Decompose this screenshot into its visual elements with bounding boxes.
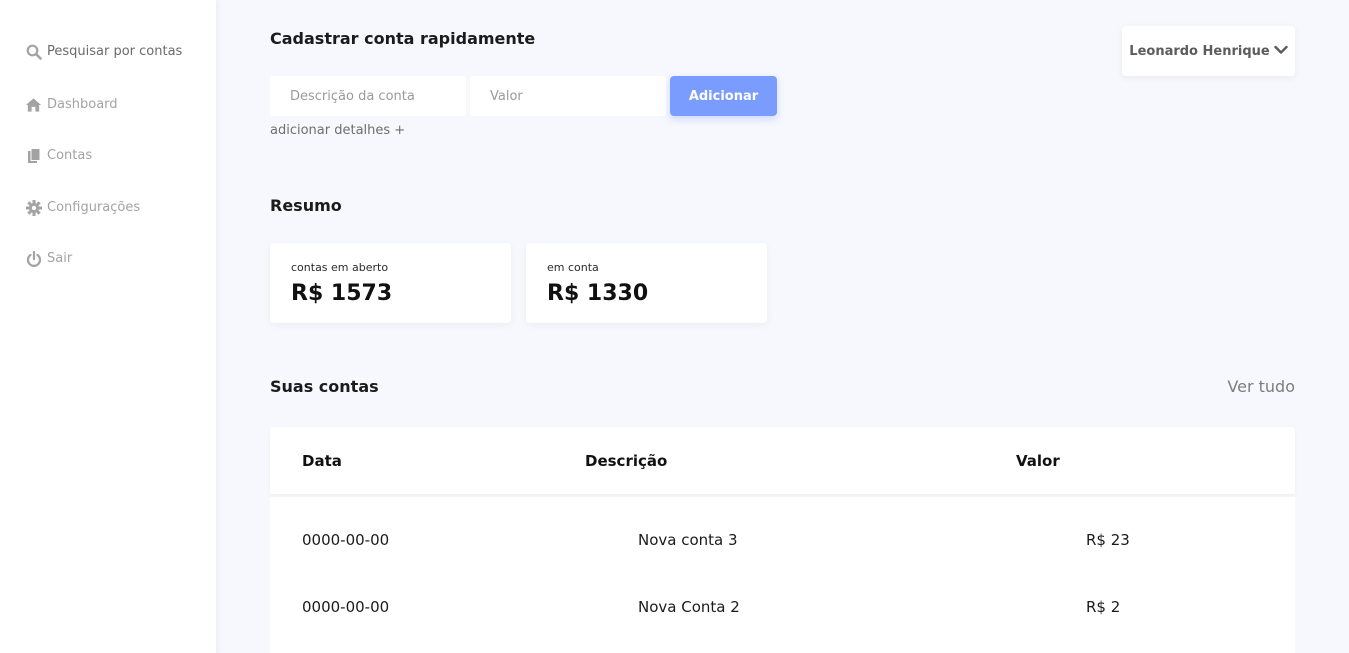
table-row[interactable]: 0000-00-00 Nova conta 3 R$ 23 (270, 506, 1295, 573)
sidebar-item-configuracoes[interactable]: Configurações (25, 199, 140, 216)
column-header-date: Data (302, 452, 342, 470)
sidebar-item-dashboard[interactable]: Dashboard (25, 96, 118, 113)
card-label: contas em aberto (291, 261, 389, 274)
cell-date: 0000-00-00 (302, 598, 390, 616)
column-header-value: Valor (1016, 452, 1060, 470)
card-amount: R$ 1573 (291, 281, 393, 306)
sidebar: Pesquisar por contas Dashboard Contas Co… (0, 0, 216, 653)
value-input[interactable] (470, 76, 666, 116)
card-amount: R$ 1330 (547, 281, 649, 306)
see-all-link[interactable]: Ver tudo (1227, 377, 1295, 396)
summary-card-balance: em conta R$ 1330 (526, 243, 767, 323)
card-label: em conta (547, 261, 599, 274)
home-icon (25, 96, 42, 113)
sidebar-item-search[interactable]: Pesquisar por contas (25, 43, 182, 60)
sidebar-item-label: Pesquisar por contas (47, 44, 183, 59)
column-header-description: Descrição (585, 452, 668, 470)
search-icon (25, 43, 42, 60)
power-icon (25, 250, 42, 267)
add-button[interactable]: Adicionar (670, 76, 777, 116)
cell-value: R$ 2 (1086, 598, 1121, 616)
accounts-title: Suas contas (270, 377, 379, 396)
sidebar-item-label: Dashboard (47, 97, 118, 112)
cell-description: Nova Conta 2 (638, 598, 740, 616)
summary-card-open: contas em aberto R$ 1573 (270, 243, 511, 323)
add-details-link[interactable]: adicionar detalhes + (270, 123, 405, 138)
gear-icon (25, 199, 42, 216)
sidebar-item-contas[interactable]: Contas (25, 147, 92, 164)
documents-icon (25, 147, 42, 164)
table-row[interactable]: 0000-00-00 Nova Conta 2 R$ 2 (270, 573, 1295, 640)
chevron-down-icon (1274, 44, 1288, 59)
cell-description: Nova conta 3 (638, 531, 738, 549)
cell-date: 0000-00-00 (302, 531, 390, 549)
sidebar-item-label: Configurações (47, 200, 141, 215)
summary-title: Resumo (270, 196, 342, 215)
quick-add-title: Cadastrar conta rapidamente (270, 29, 536, 48)
cell-value: R$ 23 (1086, 531, 1130, 549)
user-menu[interactable]: Leonardo Henrique (1122, 26, 1295, 76)
sidebar-item-sair[interactable]: Sair (25, 250, 72, 267)
user-name: Leonardo Henrique (1129, 43, 1270, 59)
sidebar-item-label: Contas (47, 148, 93, 163)
sidebar-item-label: Sair (47, 251, 73, 266)
description-input[interactable] (270, 76, 466, 116)
table-body: 0000-00-00 Nova conta 3 R$ 23 0000-00-00… (270, 497, 1295, 653)
table-header: Data Descrição Valor (270, 427, 1295, 494)
